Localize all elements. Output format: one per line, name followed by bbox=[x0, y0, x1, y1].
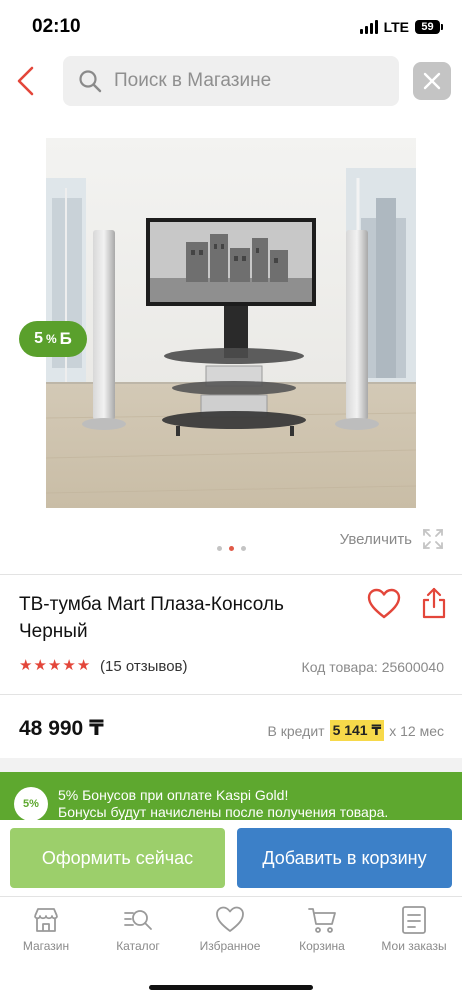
search-icon bbox=[79, 70, 102, 93]
star-icon: ★ bbox=[19, 657, 33, 674]
image-pagination bbox=[0, 546, 462, 551]
credit-prefix: В кредит bbox=[267, 722, 325, 739]
zoom-label: Увеличить bbox=[339, 530, 412, 548]
heart-icon bbox=[216, 906, 244, 932]
credit-term: х 12 мес bbox=[389, 722, 444, 739]
bonus-banner-title: 5% Бонусов при оплате Kaspi Gold! bbox=[58, 787, 289, 803]
heart-icon bbox=[367, 588, 401, 619]
bonus-badge-percent: 5 bbox=[34, 330, 43, 347]
shop-icon bbox=[34, 908, 58, 932]
tab-favorites[interactable]: Избранное bbox=[184, 905, 276, 953]
star-icon: ★ bbox=[76, 657, 91, 674]
home-indicator bbox=[149, 985, 313, 990]
credit-info[interactable]: В кредит 5 141 ₸ х 12 мес bbox=[268, 720, 444, 741]
divider bbox=[0, 694, 462, 695]
bonus-badge: 5% Б bbox=[19, 321, 87, 357]
star-icon: ★ bbox=[47, 657, 62, 674]
orders-icon bbox=[402, 906, 426, 934]
add-to-cart-button[interactable]: Добавить в корзину bbox=[237, 828, 452, 888]
divider bbox=[0, 574, 462, 575]
tab-orders-label: Мои заказы bbox=[381, 939, 447, 953]
tab-shop[interactable]: Магазин bbox=[0, 905, 92, 953]
battery-level: 59 bbox=[421, 21, 434, 33]
share-icon bbox=[422, 587, 446, 619]
credit-amount: 5 141 ₸ bbox=[329, 720, 385, 741]
section-separator bbox=[0, 758, 462, 772]
product-price: 48 990 ₸ bbox=[19, 717, 104, 740]
product-title: ТВ-тумба Mart Плаза-Консоль Черный bbox=[19, 594, 284, 642]
clear-search-button[interactable] bbox=[413, 62, 451, 100]
reviews-link[interactable]: (15 отзывов) bbox=[100, 658, 188, 675]
tab-favorites-label: Избранное bbox=[199, 939, 261, 953]
rating-stars: ★ ★ ★ ★ ★ bbox=[19, 658, 90, 674]
bonus-banner: 5% 5% Бонусов при оплате Kaspi Gold! Бон… bbox=[0, 772, 462, 821]
bonus-banner-subtitle: Бонусы будут начислены после получения т… bbox=[58, 804, 389, 820]
pagination-dot[interactable] bbox=[216, 546, 222, 551]
tab-cart[interactable]: Корзина bbox=[276, 905, 368, 953]
cart-icon bbox=[308, 908, 336, 933]
search-box[interactable] bbox=[63, 56, 399, 106]
tab-catalog-label: Каталог bbox=[116, 939, 160, 953]
bonus-badge-percent-sign: % bbox=[46, 332, 57, 346]
signal-icon bbox=[359, 20, 378, 34]
chevron-left-icon bbox=[17, 66, 34, 96]
back-button[interactable] bbox=[12, 60, 42, 100]
bonus-percent-badge: 5% bbox=[14, 787, 48, 821]
tab-orders[interactable]: Мои заказы bbox=[368, 905, 460, 953]
bonus-badge-currency: Б bbox=[59, 329, 72, 348]
close-icon bbox=[423, 72, 441, 90]
star-icon: ★ bbox=[33, 657, 47, 674]
pagination-dot[interactable] bbox=[240, 546, 246, 551]
battery-icon: 59 bbox=[415, 20, 443, 34]
product-photo bbox=[46, 138, 416, 508]
pagination-dot[interactable] bbox=[228, 546, 234, 551]
status-indicators: LTE 59 bbox=[359, 19, 443, 35]
tab-shop-label: Магазин bbox=[22, 939, 70, 953]
product-sku: Код товара: 25600040 bbox=[301, 659, 444, 675]
tab-cart-label: Корзина bbox=[299, 939, 345, 953]
search-header bbox=[0, 56, 462, 108]
search-input[interactable] bbox=[114, 70, 384, 92]
status-time: 02:10 bbox=[32, 16, 81, 37]
action-bar: Оформить сейчас Добавить в корзину bbox=[0, 820, 462, 896]
share-button[interactable] bbox=[420, 586, 448, 620]
checkout-now-button[interactable]: Оформить сейчас bbox=[10, 828, 225, 888]
catalog-search-icon bbox=[124, 910, 152, 930]
status-bar: 02:10 LTE 59 bbox=[0, 0, 462, 56]
network-type: LTE bbox=[383, 19, 409, 35]
tab-catalog[interactable]: Каталог bbox=[92, 905, 184, 953]
favorite-button[interactable] bbox=[367, 588, 401, 620]
star-icon: ★ bbox=[62, 657, 76, 674]
product-image[interactable] bbox=[46, 138, 416, 508]
